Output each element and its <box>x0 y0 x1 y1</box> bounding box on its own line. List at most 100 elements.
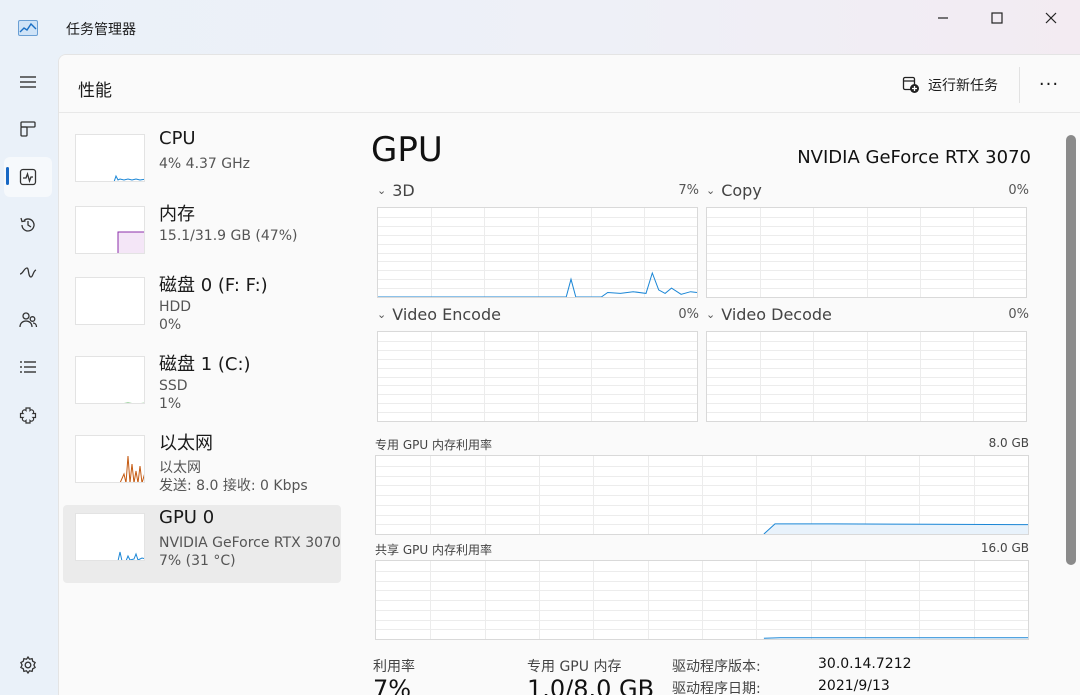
engine-video-decode-graph <box>706 331 1027 422</box>
close-button[interactable] <box>1024 0 1078 36</box>
nav-active-indicator <box>6 167 9 185</box>
run-new-task-button[interactable]: 运行新任务 <box>902 73 998 97</box>
cpu-thumbnail <box>75 134 145 182</box>
device-memory[interactable]: 内存 15.1/31.9 GB (47%) <box>63 198 341 276</box>
run-new-task-label: 运行新任务 <box>928 78 998 94</box>
device-adapter: 以太网 <box>159 460 201 476</box>
device-ethernet[interactable]: 以太网 以太网 发送: 8.0 接收: 0 Kbps <box>63 427 341 505</box>
usage-trace <box>378 271 697 297</box>
dedicated-memory-graph <box>375 455 1029 535</box>
gshr-plot <box>376 561 1028 639</box>
device-name: 内存 <box>159 204 195 225</box>
device-gpu-0[interactable]: GPU 0 NVIDIA GeForce RTX 3070 7% (31 °C) <box>63 505 341 583</box>
users-icon <box>19 312 38 328</box>
gpu-thumbnail <box>75 513 145 561</box>
gpu-model: NVIDIA GeForce RTX 3070 <box>797 147 1031 168</box>
chevron-down-icon: ⌄ <box>377 308 387 321</box>
memory-mini-graph <box>117 231 144 253</box>
gpu-title: GPU <box>371 130 443 170</box>
usage-area <box>763 523 1028 534</box>
device-name: GPU 0 <box>159 507 215 528</box>
engine-video-encode-selector[interactable]: ⌄ Video Encode <box>377 305 501 324</box>
engine-label: Video Encode <box>392 305 501 324</box>
engine-video-decode-selector[interactable]: ⌄ Video Decode <box>706 305 832 324</box>
disk0-thumbnail <box>75 277 145 325</box>
driver-date-label: 驱动程序日期: <box>672 681 761 695</box>
engine-percent: 0% <box>1008 307 1029 322</box>
device-usage: 0% <box>159 317 182 333</box>
device-detail: 15.1/31.9 GB (47%) <box>159 228 298 244</box>
header-divider <box>1019 67 1020 103</box>
processes-icon <box>20 121 36 137</box>
device-type: HDD <box>159 299 192 315</box>
gded-plot <box>376 456 1028 534</box>
page-title: 性能 <box>78 81 112 101</box>
engine-percent: 7% <box>678 183 699 198</box>
nav-processes[interactable] <box>4 109 52 149</box>
device-throughput: 发送: 8.0 接收: 0 Kbps <box>159 478 308 494</box>
shared-memory-max: 16.0 GB <box>980 541 1029 555</box>
engine-3d-graph <box>377 207 698 298</box>
more-options-button[interactable]: ··· <box>1031 69 1067 99</box>
close-icon <box>1045 12 1057 24</box>
driver-version-label: 驱动程序版本: <box>672 659 761 675</box>
ethernet-thumbnail <box>75 435 145 483</box>
engine-percent: 0% <box>678 307 699 322</box>
memory-thumbnail <box>75 206 145 254</box>
device-type: SSD <box>159 378 188 394</box>
genc-plot <box>378 332 697 421</box>
cpu-mini-graph <box>113 174 144 181</box>
minimize-icon <box>938 17 948 19</box>
maximize-button[interactable] <box>970 0 1024 36</box>
nav-performance[interactable] <box>4 157 52 197</box>
new-task-icon <box>902 76 919 93</box>
device-disk-1[interactable]: 磁盘 1 (C:) SSD 1% <box>63 348 341 426</box>
driver-version-value: 30.0.14.7212 <box>818 656 912 672</box>
engine-copy-graph <box>706 207 1027 298</box>
device-model: NVIDIA GeForce RTX 3070 <box>159 535 341 551</box>
minimize-button[interactable] <box>916 0 970 36</box>
window-title: 任务管理器 <box>66 22 136 38</box>
startup-apps-icon <box>19 267 37 278</box>
device-name: 以太网 <box>159 433 213 454</box>
dedicated-memory-label: 专用 GPU 内存利用率 <box>375 438 492 452</box>
device-name: 磁盘 0 (F: F:) <box>159 275 268 296</box>
engine-label: 3D <box>392 181 415 200</box>
dedicated-memory-stat-value: 1.0/8.0 GB <box>527 675 655 695</box>
settings-icon <box>20 655 36 675</box>
nav-settings[interactable] <box>4 645 52 685</box>
device-usage-temp: 7% (31 °C) <box>159 553 236 569</box>
engine-copy-selector[interactable]: ⌄ Copy <box>706 181 762 200</box>
nav-app-history[interactable] <box>4 205 52 245</box>
nav-users[interactable] <box>4 300 52 340</box>
gcopy-plot <box>707 208 1026 297</box>
ethernet-mini-graph <box>119 455 144 482</box>
nav-startup-apps[interactable] <box>4 252 52 292</box>
services-icon <box>19 407 37 424</box>
hamburger-icon <box>20 76 36 88</box>
disk1-thumbnail <box>75 356 145 404</box>
shared-memory-graph <box>375 560 1029 640</box>
page-header: 性能 运行新任务 ··· <box>59 55 1080 113</box>
device-detail: 4% 4.37 GHz <box>159 156 251 172</box>
gdec-plot <box>707 332 1026 421</box>
details-icon <box>20 361 36 373</box>
device-usage: 1% <box>159 396 182 412</box>
engine-3d-selector[interactable]: ⌄ 3D <box>377 181 415 200</box>
main-panel: 性能 运行新任务 ··· CPU 4% 4.37 GHz 内存 15.1/31.… <box>58 54 1080 695</box>
app-history-icon <box>20 217 35 232</box>
nav-services[interactable] <box>4 395 52 435</box>
disk1-mini-graph <box>123 402 144 403</box>
chevron-down-icon: ⌄ <box>706 184 716 197</box>
shared-memory-label: 共享 GPU 内存利用率 <box>375 543 492 557</box>
utilization-label: 利用率 <box>373 659 415 675</box>
engine-label: Copy <box>721 181 762 200</box>
scrollbar-thumb[interactable] <box>1066 135 1076 565</box>
nav-details[interactable] <box>4 347 52 387</box>
utilization-value: 7% <box>373 675 412 695</box>
engine-video-encode-graph <box>377 331 698 422</box>
device-disk-0[interactable]: 磁盘 0 (F: F:) HDD 0% <box>63 269 341 347</box>
chevron-down-icon: ⌄ <box>706 308 716 321</box>
nav-menu-button[interactable] <box>4 62 52 102</box>
device-cpu[interactable]: CPU 4% 4.37 GHz <box>63 126 341 204</box>
